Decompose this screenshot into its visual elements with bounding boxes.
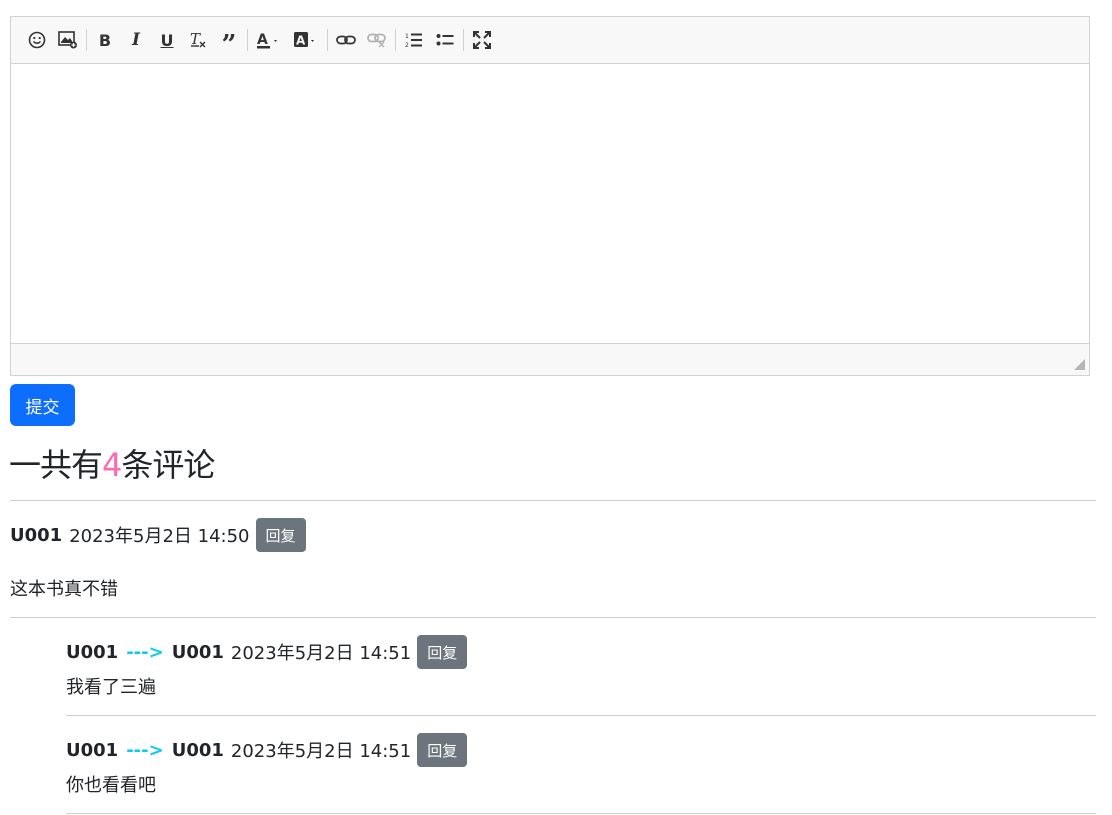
divider bbox=[10, 617, 1096, 618]
toolbar-separator bbox=[327, 29, 328, 51]
background-color-icon[interactable]: A bbox=[289, 26, 323, 54]
reply-content: 我看了三遍 bbox=[66, 677, 156, 698]
reply-meta: U001 ---> U001 2023年5月2日 14:51 回复 bbox=[66, 635, 468, 669]
reply-content: 你也看看吧 bbox=[66, 775, 156, 796]
reply-meta: U001 ---> U001 2023年5月2日 14:51 回复 bbox=[66, 733, 468, 767]
resize-handle-icon[interactable] bbox=[1074, 359, 1085, 370]
underline-icon[interactable]: U bbox=[153, 26, 181, 54]
divider bbox=[10, 500, 1096, 501]
comment-time: 2023年5月2日 14:50 bbox=[69, 526, 250, 547]
reply-button[interactable]: 回复 bbox=[255, 518, 306, 552]
heading-prefix: 一共有 bbox=[9, 446, 103, 484]
comment-content: 这本书真不错 bbox=[10, 579, 118, 600]
editor-toolbar: B I U T ” A A 12 bbox=[11, 17, 1089, 64]
text-color-icon[interactable]: A bbox=[252, 26, 286, 54]
blockquote-icon[interactable]: ” bbox=[215, 26, 243, 60]
rich-text-editor: B I U T ” A A 12 bbox=[10, 16, 1090, 376]
remove-format-icon[interactable]: T bbox=[184, 26, 212, 54]
divider bbox=[66, 715, 1096, 716]
reply-to-user: U001 bbox=[171, 739, 224, 761]
reply-button[interactable]: 回复 bbox=[417, 635, 468, 669]
heading-suffix: 条评论 bbox=[121, 446, 215, 484]
comment-count: 4 bbox=[102, 446, 122, 484]
reply-from-user: U001 bbox=[66, 641, 119, 663]
reply-time: 2023年5月2日 14:51 bbox=[230, 643, 412, 664]
reply-time: 2023年5月2日 14:51 bbox=[230, 741, 412, 762]
divider bbox=[66, 813, 1096, 814]
link-icon[interactable] bbox=[332, 26, 360, 54]
reply-from-user: U001 bbox=[66, 739, 119, 761]
svg-text:A: A bbox=[296, 34, 306, 48]
reply-arrow: ---> bbox=[126, 641, 164, 663]
submit-button[interactable]: 提交 bbox=[10, 384, 75, 426]
fullscreen-icon[interactable] bbox=[468, 26, 496, 54]
unordered-list-icon[interactable] bbox=[431, 26, 459, 54]
toolbar-separator bbox=[395, 29, 396, 51]
emoji-icon[interactable] bbox=[23, 26, 51, 54]
svg-text:1: 1 bbox=[405, 33, 409, 40]
toolbar-separator bbox=[86, 29, 87, 51]
comment-count-heading: 一共有4条评论 bbox=[9, 440, 215, 486]
editor-content-area[interactable] bbox=[11, 64, 1089, 346]
insert-image-icon[interactable] bbox=[54, 26, 82, 54]
reply-to-user: U001 bbox=[171, 641, 224, 663]
editor-statusbar bbox=[11, 343, 1089, 375]
svg-text:A: A bbox=[257, 32, 268, 48]
ordered-list-icon[interactable]: 12 bbox=[400, 26, 428, 54]
comment-meta: U001 2023年5月2日 14:50 回复 bbox=[10, 518, 306, 552]
unlink-icon[interactable] bbox=[363, 26, 391, 54]
comment-user: U001 bbox=[10, 524, 63, 546]
bold-icon[interactable]: B bbox=[91, 26, 119, 54]
toolbar-separator bbox=[247, 29, 248, 51]
italic-icon[interactable]: I bbox=[122, 26, 150, 54]
svg-text:2: 2 bbox=[405, 42, 409, 48]
toolbar-separator bbox=[463, 29, 464, 51]
reply-arrow: ---> bbox=[126, 739, 164, 761]
reply-button[interactable]: 回复 bbox=[417, 733, 468, 767]
